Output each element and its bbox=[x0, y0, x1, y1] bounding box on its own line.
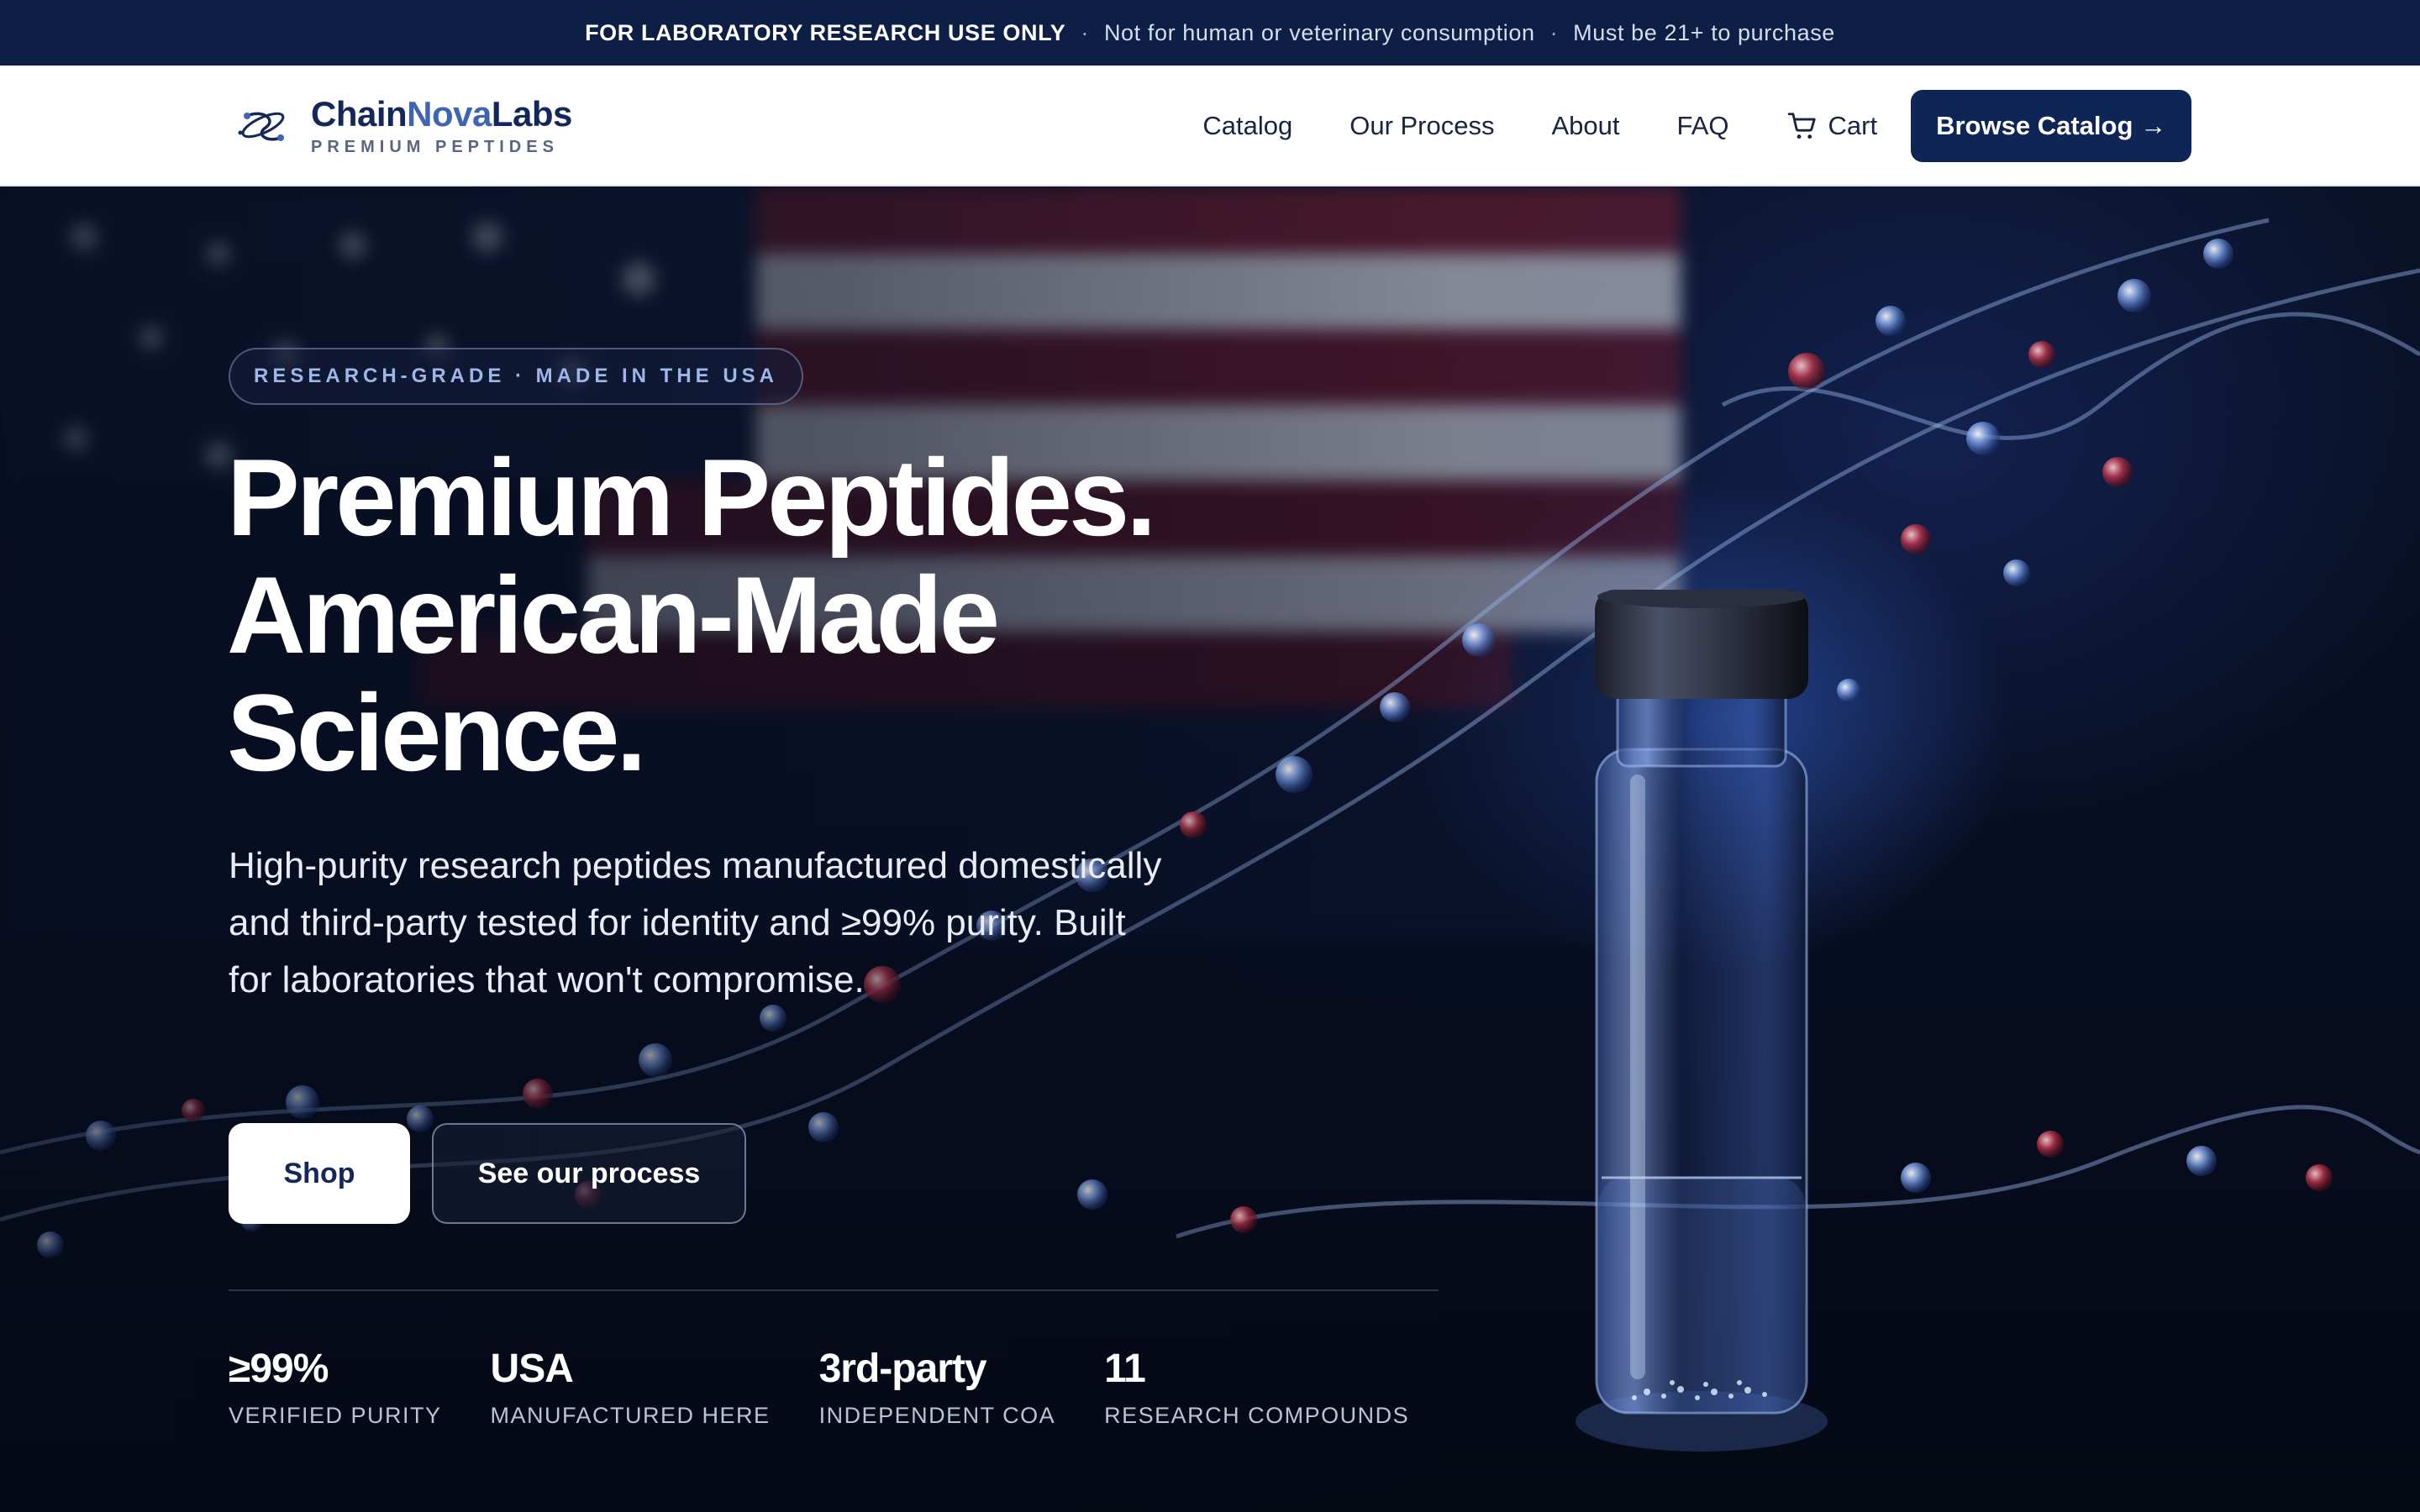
see-process-button[interactable]: See our process bbox=[432, 1123, 746, 1224]
announcement-note-consumption: Not for human or veterinary consumption bbox=[1103, 19, 1535, 45]
stat-compounds: 11 RESEARCH COMPOUNDS bbox=[1104, 1346, 1409, 1429]
hero-description: High-purity research peptides manufactur… bbox=[229, 845, 1162, 1000]
brand-tagline: PREMIUM PEPTIDES bbox=[311, 137, 559, 156]
announcement-primary: FOR LABORATORY RESEARCH USE ONLY bbox=[585, 19, 1066, 45]
nav-link-faq[interactable]: FAQ bbox=[1677, 111, 1729, 141]
nav-link-catalog[interactable]: Catalog bbox=[1202, 111, 1292, 141]
shop-button[interactable]: Shop bbox=[229, 1123, 410, 1224]
stat-testing: 3rd-party INDEPENDENT COA bbox=[819, 1346, 1056, 1429]
cart-link[interactable]: Cart bbox=[1786, 110, 1878, 142]
stats-divider bbox=[229, 1289, 1439, 1291]
hero-cta-group: Shop See our process bbox=[229, 1123, 746, 1224]
headline-line-2: American-Made bbox=[227, 554, 1000, 676]
stat-value: 11 bbox=[1104, 1347, 1146, 1391]
stat-label: INDEPENDENT COA bbox=[818, 1403, 1056, 1428]
stat-value: ≥99% bbox=[229, 1347, 329, 1391]
peptide-vial-image bbox=[1576, 590, 1828, 1452]
stat-purity: ≥99% VERIFIED PURITY bbox=[229, 1346, 442, 1429]
hero-section: RESEARCH-GRADE · MADE IN THE USA Premium… bbox=[0, 186, 2420, 1512]
headline-line-3: Science. bbox=[227, 671, 647, 794]
stat-label: MANUFACTURED HERE bbox=[490, 1403, 771, 1428]
headline-line-1: Premium Peptides. bbox=[227, 436, 1156, 559]
brand-text: ChainNovaLabs PREMIUM PEPTIDES bbox=[311, 94, 572, 157]
molecule-logo-icon bbox=[238, 112, 285, 141]
nav-link-our-process[interactable]: Our Process bbox=[1349, 111, 1494, 141]
brand-logo-link[interactable]: ChainNovaLabs PREMIUM PEPTIDES bbox=[229, 91, 572, 160]
cart-label: Cart bbox=[1828, 111, 1878, 140]
stat-origin: USA MANUFACTURED HERE bbox=[491, 1346, 771, 1429]
stat-value: 3rd-party bbox=[818, 1347, 987, 1391]
announcement-separator: · bbox=[1549, 19, 1559, 45]
stats-row: ≥99% VERIFIED PURITY USA MANUFACTURED HE… bbox=[229, 1346, 1458, 1429]
stat-label: VERIFIED PURITY bbox=[229, 1403, 442, 1428]
announcement-bar: FOR LABORATORY RESEARCH USE ONLY · Not f… bbox=[0, 0, 2420, 66]
cart-icon bbox=[1787, 113, 1816, 139]
stat-value: USA bbox=[490, 1347, 574, 1391]
brand-name: ChainNovaLabs bbox=[311, 93, 572, 134]
announcement-note-age: Must be 21+ to purchase bbox=[1573, 19, 1835, 45]
stat-label: RESEARCH COMPOUNDS bbox=[1104, 1403, 1410, 1428]
hero-headline: Premium Peptides. American-Made Science. bbox=[227, 438, 1403, 791]
nav-link-about[interactable]: About bbox=[1552, 111, 1620, 141]
site-header: ChainNovaLabs PREMIUM PEPTIDES Catalog O… bbox=[0, 66, 2420, 186]
browse-catalog-button[interactable]: Browse Catalog → bbox=[1911, 90, 2191, 162]
primary-nav: Catalog Our Process About FAQ Cart Brows… bbox=[1202, 66, 2191, 186]
announcement-separator: · bbox=[1081, 19, 1089, 45]
hero-badge: RESEARCH-GRADE · MADE IN THE USA bbox=[229, 348, 804, 405]
